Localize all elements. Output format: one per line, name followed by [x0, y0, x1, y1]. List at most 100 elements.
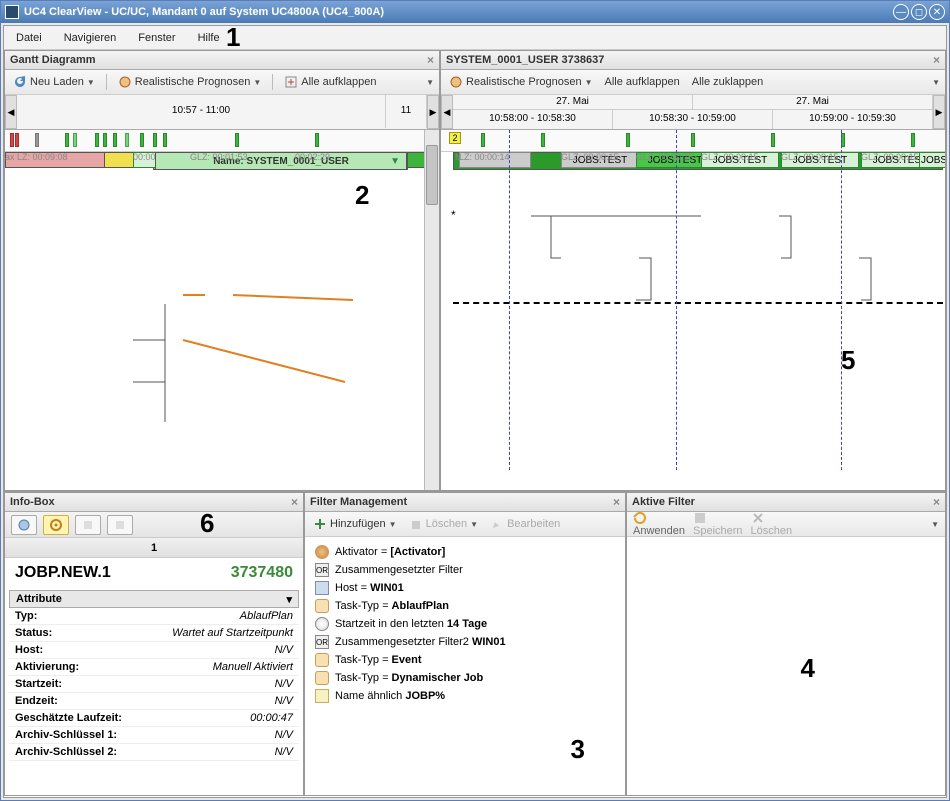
- infobox-tab-4[interactable]: [107, 515, 133, 535]
- minimize-button[interactable]: —: [893, 4, 909, 20]
- gantt-right-toolbar: Realistische Prognosen▼ Alle aufklappen …: [441, 70, 945, 95]
- expand-all-button[interactable]: Alle aufklappen: [281, 73, 379, 91]
- titlebar: UC4 ClearView - UC/UC, Mandant 0 auf Sys…: [1, 1, 949, 23]
- apply-filter-button[interactable]: Anwenden: [633, 511, 685, 537]
- attribute-header[interactable]: Attribute▾: [9, 590, 299, 608]
- active-filter-panel: Aktive Filter × Anwenden Speichern Lösch…: [626, 492, 946, 796]
- infobox-panel: Info-Box × 6 1 JOBP.NEW.1 3737480: [4, 492, 304, 796]
- gantt-left-toolbar: Neu Laden▼ Realistische Prognosen▼ Alle …: [5, 70, 439, 95]
- job-lz-label: LZ: 00:00:14: [459, 152, 510, 162]
- person-icon: [315, 545, 329, 559]
- gantt-left-panel: Gantt Diagramm × Neu Laden▼ Realistische…: [4, 50, 440, 491]
- edit-filter-button[interactable]: Bearbeiten: [487, 515, 563, 533]
- panel-close-icon[interactable]: ×: [933, 53, 940, 67]
- prognosen-button[interactable]: Realistische Prognosen▼: [115, 73, 265, 91]
- ruler-left-arrow[interactable]: ◀: [5, 95, 17, 129]
- infobox-object-title: JOBP.NEW.1 3737480: [5, 558, 303, 588]
- filter-item[interactable]: Task-Typ = AblaufPlan: [315, 597, 615, 615]
- close-button[interactable]: ✕: [929, 4, 945, 20]
- expand-all-button[interactable]: Alle aufklappen: [602, 74, 683, 90]
- filter-item[interactable]: Startzeit in den letzten 14 Tage: [315, 615, 615, 633]
- reload-button[interactable]: Neu Laden▼: [10, 73, 98, 91]
- filter-item[interactable]: Aktivator = [Activator]: [315, 543, 615, 561]
- time-cell: 10:58:30 - 10:59:00: [613, 110, 773, 129]
- sys-t2-label: 00:02:29: [295, 152, 330, 162]
- menu-hilfe[interactable]: Hilfe: [194, 29, 224, 47]
- app-icon: [5, 5, 19, 19]
- job-glz-label: GLZ: 00:00:15: [701, 152, 759, 162]
- filter-item[interactable]: Task-Typ = Dynamischer Job: [315, 669, 615, 687]
- delete-filter-button[interactable]: Löschen▼: [406, 515, 482, 533]
- type-icon: [315, 653, 329, 667]
- attribute-row: Typ:AblaufPlan: [9, 608, 299, 625]
- filter-mgmt-title: Filter Management: [310, 496, 407, 508]
- job-glz-label: GLZ: 00:00:15: [636, 152, 694, 162]
- maximize-button[interactable]: ◻: [911, 4, 927, 20]
- job-glz-label: GLZ: 00:00:15: [861, 152, 919, 162]
- save-filter-button[interactable]: Speichern: [693, 511, 743, 537]
- filter-item-label: Zusammengesetzter Filter2 WIN01: [335, 636, 506, 648]
- infobox-tab-2[interactable]: [43, 515, 69, 535]
- filter-list: Aktivator = [Activator] ORZusammengesetzt…: [305, 537, 625, 711]
- filter-item-label: Task-Typ = Dynamischer Job: [335, 672, 483, 684]
- infobox-title: Info-Box: [10, 496, 55, 508]
- gantt-right-panel: SYSTEM_0001_USER 3738637 × Realistische …: [440, 50, 946, 491]
- panel-close-icon[interactable]: ×: [613, 495, 620, 509]
- mini-track-right: 2: [441, 130, 945, 152]
- filter-item-label: Aktivator = [Activator]: [335, 546, 445, 558]
- time-cell: 10:59:00 - 10:59:30: [773, 110, 933, 129]
- object-name: JOBP.NEW.1: [15, 564, 111, 582]
- attribute-row: Startzeit:N/V: [9, 676, 299, 693]
- menu-navigieren[interactable]: Navigieren: [60, 29, 121, 47]
- infobox-tab-1[interactable]: [11, 515, 37, 535]
- collapse-all-button[interactable]: Alle zuklappen: [689, 74, 767, 90]
- time-marker: [509, 130, 510, 470]
- type-icon: [315, 599, 329, 613]
- ruler-left-arrow[interactable]: ◀: [441, 95, 453, 129]
- gantt-left-scrollbar[interactable]: [424, 130, 439, 490]
- gantt-right-body[interactable]: 2 Name: SYSTEM_0001_USER▲ Min LZ: 00:00:…: [441, 130, 945, 490]
- panel-close-icon[interactable]: ×: [933, 495, 940, 509]
- delete-active-filter-button[interactable]: Löschen: [751, 511, 793, 537]
- toolbar-overflow-icon[interactable]: ▼: [932, 78, 940, 87]
- ruler-right-arrow[interactable]: ▶: [933, 95, 945, 129]
- time-marker: [676, 130, 677, 470]
- host-icon: [315, 581, 329, 595]
- menu-datei[interactable]: Datei: [12, 29, 46, 47]
- panel-close-icon[interactable]: ×: [427, 53, 434, 67]
- menu-fenster[interactable]: Fenster: [134, 29, 179, 47]
- job-box-edge[interactable]: JOBS: [919, 152, 945, 168]
- infobox-tab-3[interactable]: [75, 515, 101, 535]
- annotation-2: 2: [355, 180, 369, 211]
- filter-item[interactable]: Name ähnlich JOBP%: [315, 687, 615, 705]
- time-right-label: 11: [386, 95, 427, 128]
- attribute-row: Endzeit:N/V: [9, 693, 299, 710]
- filter-item[interactable]: Task-Typ = Event: [315, 651, 615, 669]
- toolbar-overflow-icon[interactable]: ▼: [931, 520, 939, 529]
- annotation-3: 3: [571, 734, 585, 765]
- filter-item[interactable]: ORZusammengesetzter Filter2 WIN01: [315, 633, 615, 651]
- filter-management-panel: Filter Management × Hinzufügen▼ Löschen▼…: [304, 492, 626, 796]
- prognosen-button[interactable]: Realistische Prognosen▼: [446, 73, 596, 91]
- active-filter-title: Aktive Filter: [632, 496, 695, 508]
- toolbar-overflow-icon[interactable]: ▼: [426, 78, 434, 87]
- time-icon: [315, 617, 329, 631]
- mini-track-left: [5, 130, 439, 152]
- badge-icon: 2: [449, 132, 461, 144]
- infobox-pager[interactable]: 1: [5, 538, 303, 558]
- time-ruler-left: ◀ 10:57 - 11:00 11 ▶: [5, 95, 439, 130]
- sys-glz-label: GLZ: 00:01:53: [190, 152, 248, 162]
- add-filter-button[interactable]: Hinzufügen▼: [310, 515, 400, 533]
- gantt-left-body[interactable]: ID-Nr. 3701078 Max LZ: 00:02:16 ID-Nr. 3…: [5, 130, 439, 490]
- object-id: 3737480: [231, 564, 293, 582]
- filter-item[interactable]: ORZusammengesetzter Filter: [315, 561, 615, 579]
- panel-close-icon[interactable]: ×: [291, 495, 298, 509]
- attribute-row: Geschätzte Laufzeit:00:00:47: [9, 710, 299, 727]
- gantt-left-title: Gantt Diagramm: [10, 54, 96, 66]
- row-max-label: ax LZ: 00:09:08: [5, 152, 68, 162]
- filter-item[interactable]: Host = WIN01: [315, 579, 615, 597]
- name-icon: [315, 689, 329, 703]
- ruler-right-arrow[interactable]: ▶: [427, 95, 439, 129]
- attribute-row: Archiv-Schlüssel 2:N/V: [9, 744, 299, 761]
- job-glz-label: GLZ: 00:00:15: [781, 152, 839, 162]
